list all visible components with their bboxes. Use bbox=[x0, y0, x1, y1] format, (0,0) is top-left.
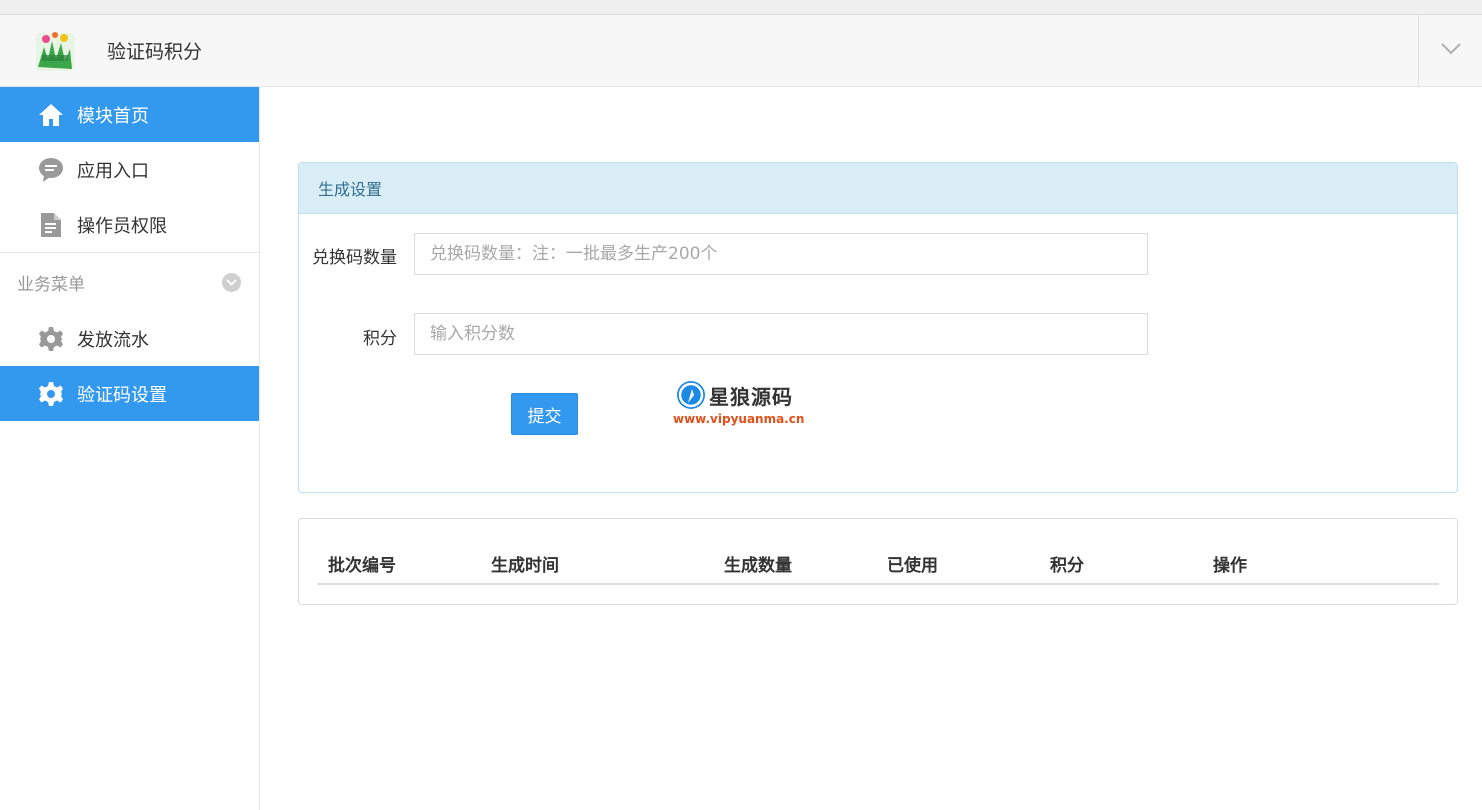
sidebar: 模块首页 应用入口 操作员权限 业务菜单 发放流水 验证码设置 bbox=[0, 87, 260, 810]
batch-table-panel: 批次编号 生成时间 生成数量 已使用 积分 操作 bbox=[298, 518, 1458, 605]
sidebar-item-app-entry[interactable]: 应用入口 bbox=[0, 142, 259, 197]
sidebar-item-module-home[interactable]: 模块首页 bbox=[0, 87, 259, 142]
points-input[interactable] bbox=[414, 313, 1148, 355]
watermark-url: www.vipyuanma.cn bbox=[673, 412, 805, 426]
app-logo bbox=[34, 29, 76, 73]
sidebar-item-captcha-settings[interactable]: 验证码设置 bbox=[0, 366, 259, 421]
watermark-title: 星狼源码 bbox=[709, 385, 793, 409]
table-header-row: 批次编号 生成时间 生成数量 已使用 积分 操作 bbox=[318, 539, 1439, 585]
column-header-used[interactable]: 已使用 bbox=[887, 551, 938, 576]
panel-title: 生成设置 bbox=[299, 163, 1457, 214]
app-title: 验证码积分 bbox=[107, 41, 203, 63]
redeem-count-input[interactable] bbox=[414, 233, 1148, 275]
browser-top-strip bbox=[0, 0, 1482, 15]
watermark: 星狼源码 www.vipyuanma.cn bbox=[673, 380, 813, 430]
column-header-points[interactable]: 积分 bbox=[1050, 551, 1084, 576]
watermark-logo-icon bbox=[677, 381, 705, 409]
gear-icon bbox=[38, 326, 64, 352]
sidebar-section-business-menu[interactable]: 业务菜单 bbox=[0, 253, 259, 311]
redeem-count-label: 兑换码数量 bbox=[312, 248, 397, 268]
generate-settings-panel: 生成设置 兑换码数量 积分 提交 bbox=[298, 162, 1458, 493]
submit-button[interactable]: 提交 bbox=[511, 393, 578, 435]
points-label: 积分 bbox=[363, 329, 397, 349]
chevron-circle-icon[interactable] bbox=[222, 273, 241, 292]
chat-icon bbox=[38, 157, 64, 183]
sidebar-item-issue-log[interactable]: 发放流水 bbox=[0, 311, 259, 366]
home-icon bbox=[38, 102, 64, 128]
sidebar-item-label: 操作员权限 bbox=[77, 215, 167, 237]
sidebar-item-label: 模块首页 bbox=[77, 105, 149, 127]
sidebar-item-operator-permissions[interactable]: 操作员权限 bbox=[0, 197, 259, 252]
sidebar-item-label: 发放流水 bbox=[77, 329, 149, 351]
sidebar-item-label: 应用入口 bbox=[77, 160, 149, 182]
column-header-generated-time[interactable]: 生成时间 bbox=[491, 551, 559, 576]
header-dropdown-toggle[interactable] bbox=[1419, 15, 1482, 87]
column-header-generated-count[interactable]: 生成数量 bbox=[724, 551, 792, 576]
sidebar-item-label: 验证码设置 bbox=[77, 384, 167, 406]
column-header-actions[interactable]: 操作 bbox=[1213, 551, 1247, 576]
chevron-down-icon bbox=[1441, 43, 1461, 55]
column-header-batch-no[interactable]: 批次编号 bbox=[328, 551, 396, 576]
document-icon bbox=[38, 212, 64, 238]
app-header: 验证码积分 bbox=[0, 15, 1482, 87]
gear-icon bbox=[38, 381, 64, 407]
section-label: 业务菜单 bbox=[17, 274, 85, 295]
